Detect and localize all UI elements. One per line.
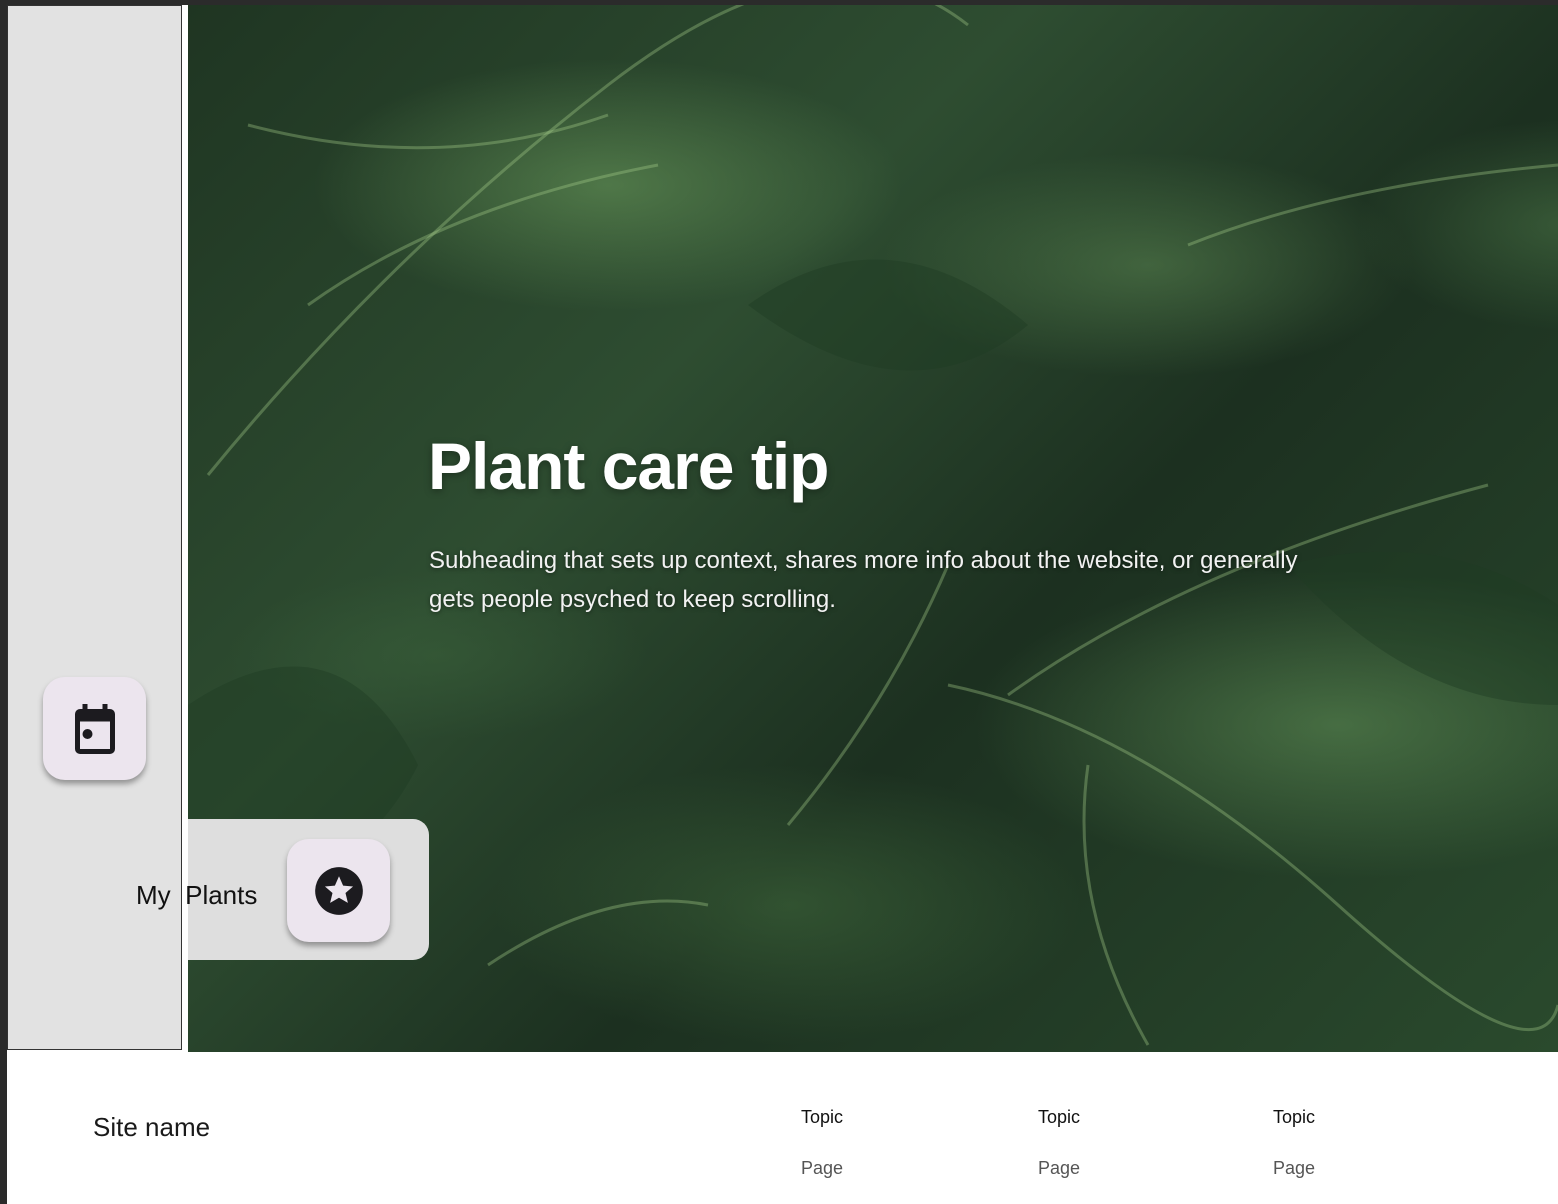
my-plants-button[interactable] <box>287 839 390 942</box>
footer: Site name Topic Page Topic Page Topic Pa… <box>7 1052 1558 1204</box>
my-plants-label[interactable]: My Plants <box>136 880 257 911</box>
site-name[interactable]: Site name <box>93 1112 210 1143</box>
footer-topic: Topic <box>1273 1107 1316 1127</box>
calendar-button[interactable] <box>43 677 146 780</box>
footer-column: Topic Page <box>801 1107 843 1179</box>
footer-page-link[interactable]: Page <box>1038 1158 1080 1179</box>
hero-subtitle: Subheading that sets up context, shares … <box>429 547 1298 613</box>
footer-topic: Topic <box>801 1107 844 1127</box>
footer-column: Topic Page <box>1038 1107 1080 1179</box>
footer-topic: Topic <box>1038 1107 1081 1127</box>
footer-column: Topic Page <box>1273 1107 1315 1179</box>
calendar-icon <box>74 703 115 754</box>
footer-page-link[interactable]: Page <box>1273 1158 1315 1179</box>
hero-title: Plant care tip <box>428 429 829 503</box>
star-icon <box>314 866 363 915</box>
footer-page-link[interactable]: Page <box>801 1158 843 1179</box>
window-left-border <box>0 0 7 1204</box>
